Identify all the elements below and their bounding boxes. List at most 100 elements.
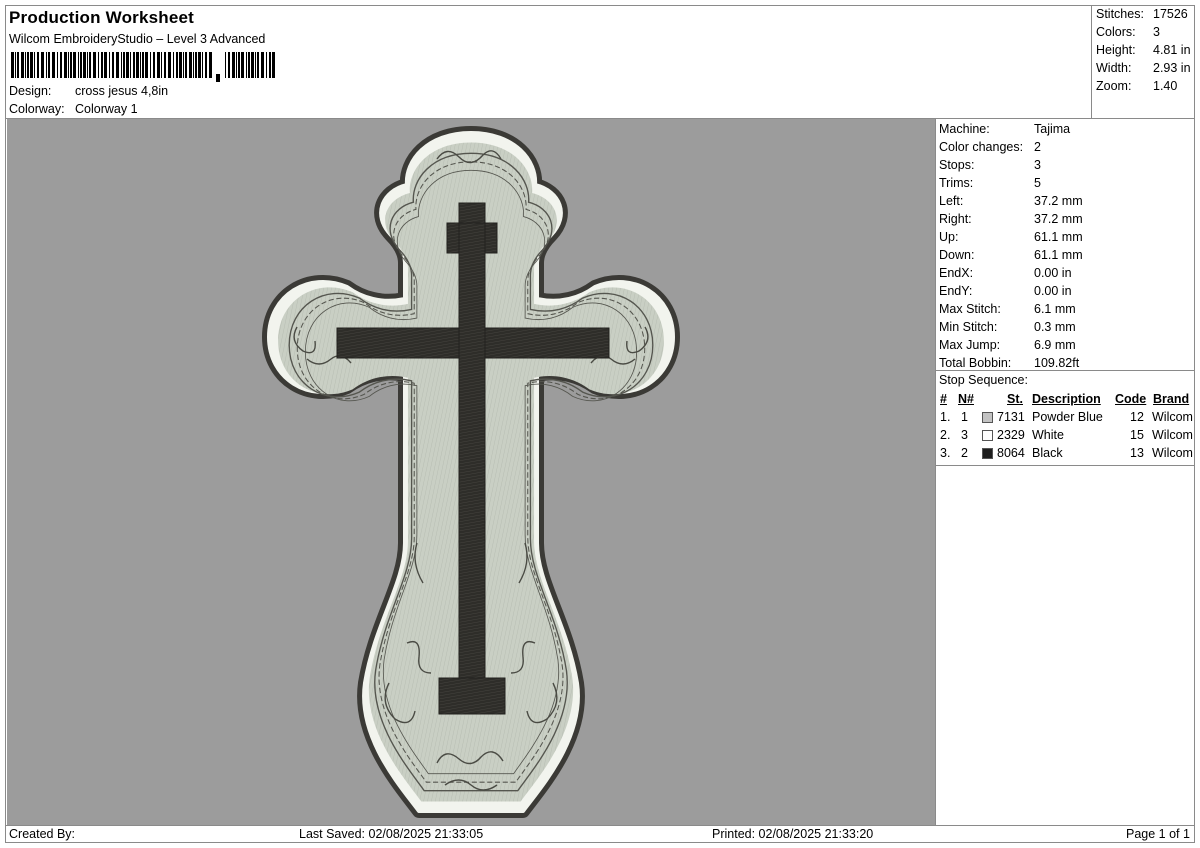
stop-code: 15 xyxy=(1130,428,1144,442)
design-value: cross jesus 4,8in xyxy=(75,84,169,98)
info-trims: Trims: 5 xyxy=(939,176,1041,190)
info-label: Max Stitch: xyxy=(939,302,1001,316)
stat-label: Height: xyxy=(1096,43,1136,57)
stat-height: Height: 4.81 in xyxy=(1096,43,1191,57)
stats-panel: Stitches: 17526 Colors: 3 Height: 4.81 in W… xyxy=(1091,6,1195,118)
stop-sequence-divider xyxy=(936,370,1194,371)
info-label: Max Jump: xyxy=(939,338,1001,352)
stop-code: 13 xyxy=(1130,446,1144,460)
info-value: 109.82ft xyxy=(1034,356,1080,370)
color-swatch xyxy=(982,412,993,423)
stop-row: 3. 2 8064 Black 13 Wilcom xyxy=(936,446,1194,464)
info-value: 0.00 in xyxy=(1034,284,1072,298)
stat-zoom: Zoom: 1.40 xyxy=(1096,79,1177,93)
created-by: Created By: xyxy=(9,827,76,841)
info-label: Down: xyxy=(939,248,975,262)
stop-table-divider xyxy=(936,465,1194,466)
stat-colors: Colors: 3 xyxy=(1096,25,1160,39)
worksheet-footer: Created By: Last Saved: 02/08/2025 21:33… xyxy=(6,826,1194,842)
stop-table-header: # N# St. Description Code Brand xyxy=(936,392,1194,410)
stop-thread-number: 2329 xyxy=(997,428,1025,442)
info-value: Tajima xyxy=(1034,122,1071,136)
design-preview[interactable] xyxy=(7,119,935,826)
stop-needle: 1 xyxy=(961,410,968,424)
stat-value: 4.81 in xyxy=(1153,43,1191,57)
info-label: Left: xyxy=(939,194,964,208)
stat-label: Zoom: xyxy=(1096,79,1132,93)
embroidery-cross-image xyxy=(7,119,935,826)
stat-label: Stitches: xyxy=(1096,7,1144,21)
worksheet-frame: Production Worksheet Wilcom EmbroiderySt… xyxy=(5,5,1195,843)
info-value: 0.3 mm xyxy=(1034,320,1076,334)
stop-brand: Wilcom xyxy=(1152,446,1193,460)
col-n: N# xyxy=(958,392,974,406)
info-value: 6.9 mm xyxy=(1034,338,1076,352)
stop-description: Powder Blue xyxy=(1032,410,1103,424)
info-label: Min Stitch: xyxy=(939,320,998,334)
stop-brand: Wilcom xyxy=(1152,428,1193,442)
stop-code: 12 xyxy=(1130,410,1144,424)
machine-info-panel: Machine: Tajima Color changes: 2 Stops: 3 T… xyxy=(936,119,1194,826)
info-value: 61.1 mm xyxy=(1034,248,1083,262)
color-swatch xyxy=(982,448,993,459)
stop-num: 2. xyxy=(940,428,951,442)
info-value: 2 xyxy=(1034,140,1041,154)
info-right: Right: 37.2 mm xyxy=(939,212,1083,226)
info-stops: Stops: 3 xyxy=(939,158,1041,172)
info-label: Color changes: xyxy=(939,140,1024,154)
page-title: Production Worksheet xyxy=(9,8,195,27)
info-label: Total Bobbin: xyxy=(939,356,1012,370)
software-subtitle: Wilcom EmbroideryStudio – Level 3 Advanc… xyxy=(9,32,266,46)
info-label: Up: xyxy=(939,230,959,244)
page-number: Page 1 of 1 xyxy=(1126,827,1190,841)
col-brand: Brand xyxy=(1153,392,1190,406)
info-max-jump: Max Jump: 6.9 mm xyxy=(939,338,1076,352)
design-row: Design: cross jesus 4,8in xyxy=(9,84,168,98)
stop-brand: Wilcom xyxy=(1152,410,1193,424)
stop-num: 3. xyxy=(940,446,951,460)
info-value: 37.2 mm xyxy=(1034,212,1083,226)
info-left: Left: 37.2 mm xyxy=(939,194,1083,208)
info-value: 61.1 mm xyxy=(1034,230,1083,244)
stop-row: 1. 1 7131 Powder Blue 12 Wilcom xyxy=(936,410,1194,428)
info-label: Right: xyxy=(939,212,972,226)
info-label: EndX: xyxy=(939,266,974,280)
stat-value: 3 xyxy=(1153,25,1160,39)
col-num: # xyxy=(940,392,947,406)
barcode-image xyxy=(11,52,275,82)
stat-value: 2.93 in xyxy=(1153,61,1191,75)
last-saved: Last Saved: 02/08/2025 21:33:05 xyxy=(299,827,484,841)
info-value: 3 xyxy=(1034,158,1041,172)
info-down: Down: 61.1 mm xyxy=(939,248,1083,262)
info-max-stitch: Max Stitch: 6.1 mm xyxy=(939,302,1076,316)
info-value: 5 xyxy=(1034,176,1041,190)
color-swatch xyxy=(982,430,993,441)
col-st: St. xyxy=(1007,392,1023,406)
info-machine: Machine: Tajima xyxy=(939,122,1070,136)
stat-value: 1.40 xyxy=(1153,79,1178,93)
stop-description: White xyxy=(1032,428,1064,442)
stop-thread-number: 7131 xyxy=(997,410,1025,424)
info-label: Stops: xyxy=(939,158,975,172)
info-color-changes: Color changes: 2 xyxy=(939,140,1041,154)
col-code: Code xyxy=(1115,392,1147,406)
stop-thread-number: 8064 xyxy=(997,446,1025,460)
stop-needle: 2 xyxy=(961,446,968,460)
stop-row: 2. 3 2329 White 15 Wilcom xyxy=(936,428,1194,446)
colorway-label: Colorway: xyxy=(9,102,65,116)
info-total-bobbin: Total Bobbin: 109.82ft xyxy=(939,356,1079,370)
info-value: 6.1 mm xyxy=(1034,302,1076,316)
design-label: Design: xyxy=(9,84,52,98)
stop-sequence-title: Stop Sequence: xyxy=(939,373,1028,387)
colorway-value: Colorway 1 xyxy=(75,102,138,116)
info-label: Machine: xyxy=(939,122,990,136)
stat-width: Width: 2.93 in xyxy=(1096,61,1191,75)
info-min-stitch: Min Stitch: 0.3 mm xyxy=(939,320,1076,334)
stat-label: Colors: xyxy=(1096,25,1136,39)
info-label: Trims: xyxy=(939,176,974,190)
printed-date: Printed: 02/08/2025 21:33:20 xyxy=(712,827,874,841)
info-endx: EndX: 0.00 in xyxy=(939,266,1072,280)
info-label: EndY: xyxy=(939,284,973,298)
info-endy: EndY: 0.00 in xyxy=(939,284,1072,298)
worksheet-header: Production Worksheet Wilcom EmbroiderySt… xyxy=(6,6,1094,118)
